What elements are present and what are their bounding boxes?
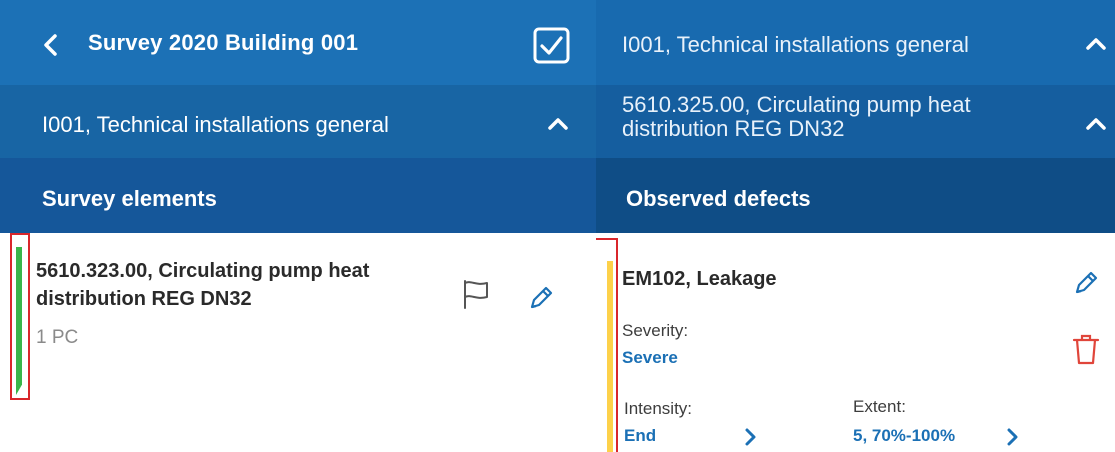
defect-title: EM102, Leakage: [622, 268, 777, 290]
chevron-right-icon: [745, 428, 756, 446]
observed-defects-pane: I001, Technical installations general 56…: [596, 0, 1115, 452]
extent-value[interactable]: 5, 70%-100%: [853, 426, 955, 446]
pencil-icon: [1075, 271, 1098, 294]
group-header[interactable]: I001, Technical installations general: [0, 85, 596, 158]
chevron-up-icon: [548, 118, 568, 130]
chevron-up-icon: [1086, 118, 1106, 130]
severity-label: Severity:: [622, 321, 689, 340]
chevron-up-icon: [1086, 38, 1106, 50]
collapse-group-button[interactable]: [544, 110, 572, 138]
intensity-next-button[interactable]: [739, 426, 761, 448]
section-title: Survey elements: [42, 186, 217, 211]
chevron-left-icon: [44, 34, 57, 56]
page-title: Survey 2020 Building 001: [88, 30, 359, 55]
group-title: I001, Technical installations general: [42, 112, 389, 137]
item-title: 5610.323.00, Circulating pump heat distr…: [36, 260, 370, 310]
checkbox-checked-icon: [533, 27, 570, 64]
defect-card[interactable]: EM102, Leakage Severity: Severe Intensit…: [596, 233, 1115, 452]
chevron-right-icon: [1007, 428, 1018, 446]
edit-defect-button[interactable]: [1072, 269, 1100, 297]
element-title: 5610.325.00, Circulating pump heat distr…: [622, 92, 971, 141]
app-header: Survey 2020 Building 001: [0, 0, 596, 85]
intensity-label: Intensity:: [624, 399, 693, 418]
severity-value: Severe: [622, 348, 678, 367]
complete-checkbox[interactable]: [533, 27, 570, 64]
delete-defect-button[interactable]: [1072, 333, 1100, 365]
section-header: Observed defects: [596, 158, 1115, 233]
list-item[interactable]: 5610.323.00, Circulating pump heat distr…: [0, 233, 596, 452]
flag-button[interactable]: [462, 279, 490, 309]
flag-icon: [464, 280, 488, 309]
edit-button[interactable]: [527, 284, 555, 312]
pencil-icon: [530, 286, 553, 309]
survey-elements-pane: Survey 2020 Building 001 I001, Technical…: [0, 0, 596, 452]
intensity-value[interactable]: End: [624, 426, 656, 446]
section-header: Survey elements: [0, 158, 596, 233]
trash-icon: [1072, 334, 1100, 365]
group-title: I001, Technical installations general: [622, 32, 969, 57]
group-header[interactable]: I001, Technical installations general: [596, 0, 1115, 85]
highlight-box: [10, 233, 30, 400]
extent-next-button[interactable]: [1001, 426, 1023, 448]
back-button[interactable]: [36, 30, 66, 60]
item-quantity: 1 PC: [36, 327, 79, 348]
extent-label: Extent:: [853, 397, 906, 416]
collapse-group-button[interactable]: [1082, 30, 1110, 58]
highlight-box: [596, 238, 618, 452]
element-header[interactable]: 5610.325.00, Circulating pump heat distr…: [596, 85, 1115, 158]
section-title: Observed defects: [626, 186, 811, 211]
collapse-element-button[interactable]: [1082, 110, 1110, 138]
